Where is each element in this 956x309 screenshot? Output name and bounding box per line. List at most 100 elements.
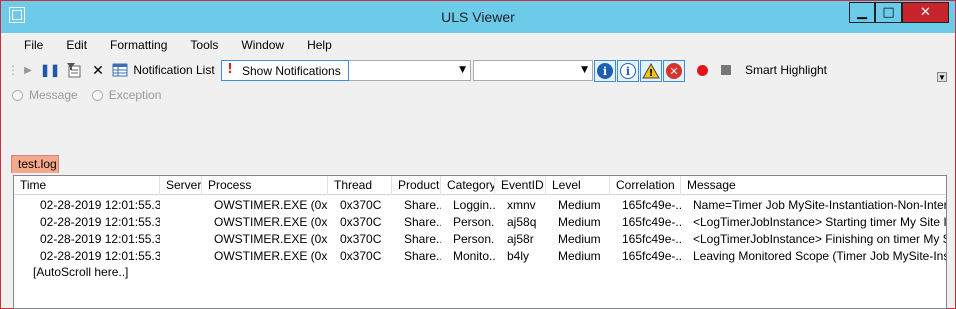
info-outline-button[interactable]: i [617,60,639,82]
svg-text:!: ! [649,68,654,79]
notification-list-icon [111,60,129,80]
column-header-category[interactable]: Category [441,176,495,195]
exception-radio-label: Exception [108,88,162,102]
column-header-eventid[interactable]: EventID [495,176,546,195]
chevron-down-icon: ▼ [459,65,466,75]
record-icon[interactable] [695,60,709,80]
cell-time: 02-28-2019 12:01:55.36 [40,215,160,229]
menu-tools[interactable]: Tools [175,36,226,54]
table-row[interactable]: 02-28-2019 12:01:55.36 OWSTIMER.EXE (0x..… [14,231,946,248]
window-title: ULS Viewer [441,9,515,25]
cell-process: OWSTIMER.EXE (0x... [214,232,328,246]
cell-time: 02-28-2019 12:01:55.36 [40,232,160,246]
table-row[interactable]: 02-28-2019 12:01:55.36 OWSTIMER.EXE (0x..… [14,248,946,265]
tab-test-log[interactable]: test.log [11,155,59,173]
cell-category: Monito... [453,249,495,263]
cell-eventid: aj58r [507,232,534,246]
menu-edit[interactable]: Edit [51,36,95,54]
menu-bar: File Edit Formatting Tools Window Help [9,36,340,54]
info-icon: i [597,63,613,79]
cell-server [160,214,202,231]
toolbar-overflow-icon[interactable]: ▼ [937,72,947,82]
play-icon[interactable]: ▶ [21,60,35,80]
cell-server [160,231,202,248]
cell-level: Medium [558,249,601,263]
menu-file[interactable]: File [9,36,51,54]
log-grid: Time Server Process Thread Product Categ… [13,175,947,309]
pause-icon[interactable]: ❚❚ [40,60,60,80]
error-button[interactable]: ✕ [663,60,685,82]
cell-correlation: 165fc49e-... [622,198,681,212]
column-header-product[interactable]: Product [392,176,441,195]
table-row[interactable]: 02-28-2019 12:01:55.36 OWSTIMER.EXE (0x..… [14,214,946,231]
error-icon: ✕ [666,63,682,79]
menu-help[interactable]: Help [292,36,340,54]
table-row[interactable]: 02-28-2019 12:01:55.36 OWSTIMER.EXE (0x..… [14,197,946,214]
cell-server [160,248,202,265]
cell-correlation: 165fc49e-... [622,232,681,246]
cell-server [160,197,202,214]
cell-product: Share... [404,232,441,246]
warning-button[interactable]: ! [640,60,662,82]
cell-time: 02-28-2019 12:01:55.36 [40,249,160,263]
column-header-time[interactable]: Time [14,176,160,195]
menu-formatting[interactable]: Formatting [95,36,175,54]
cell-message: <LogTimerJobInstance> Starting timer My … [693,215,947,229]
cell-level: Medium [558,215,601,229]
filter-dropdown-2[interactable]: ▼ [473,60,593,81]
cell-thread: 0x370C [340,198,382,212]
toolbar-grip[interactable]: ⋮ [7,60,19,80]
notification-list-button[interactable]: Notification List [131,60,217,80]
close-button[interactable]: ✕ [902,2,949,23]
column-header-thread[interactable]: Thread [328,176,392,195]
cell-level: Medium [558,198,601,212]
filter-dropdown-1[interactable]: ▼ [349,60,471,81]
cell-correlation: 165fc49e-... [622,215,681,229]
column-header-correlation[interactable]: Correlation [610,176,681,195]
cell-thread: 0x370C [340,215,382,229]
column-header-server[interactable]: Server [160,176,202,195]
filter-radio-row: Message Exception [12,88,161,102]
close-x-icon[interactable]: ✕ [91,60,105,80]
info-outline-icon: i [620,63,636,79]
warning-icon: ! [642,63,660,79]
cell-correlation: 165fc49e-... [622,249,681,263]
cell-message: <LogTimerJobInstance> Finishing on timer… [693,232,946,246]
menu-window[interactable]: Window [226,36,292,54]
column-header-process[interactable]: Process [202,176,328,195]
cell-product: Share... [404,198,441,212]
info-filled-button[interactable]: i [594,60,616,82]
message-radio[interactable] [12,89,23,101]
autoscroll-marker[interactable]: [AutoScroll here..] [33,265,128,279]
stop-icon[interactable] [719,60,733,80]
cell-category: Person... [453,232,495,246]
smart-highlight-button[interactable]: Smart Highlight [741,60,831,80]
clear-filter-icon[interactable] [65,60,83,80]
maximize-button[interactable]: □ [875,2,902,23]
cell-time: 02-28-2019 12:01:55.36 [40,198,160,212]
cell-eventid: xmnv [507,198,536,212]
cell-eventid: b4ly [507,249,530,263]
cell-process: OWSTIMER.EXE (0x... [214,198,328,212]
exception-radio[interactable] [91,89,103,101]
grid-header: Time Server Process Thread Product Categ… [14,176,946,195]
cell-process: OWSTIMER.EXE (0x... [214,215,328,229]
cell-thread: 0x370C [340,249,382,263]
cell-product: Share... [404,215,441,229]
cell-process: OWSTIMER.EXE (0x... [214,249,328,263]
minimize-button[interactable]: ▁ [849,2,875,23]
column-header-message[interactable]: Message [681,176,946,195]
cell-level: Medium [558,232,601,246]
cell-category: Person... [453,215,495,229]
cell-category: Loggin... [453,198,495,212]
chevron-down-icon: ▼ [581,65,588,75]
cell-product: Share... [404,249,441,263]
show-notifications-button[interactable]: ! Show Notifications [221,60,349,81]
uls-viewer-window: ULS Viewer ▁ □ ✕ File Edit Formatting To… [0,0,956,309]
column-header-level[interactable]: Level [546,176,610,195]
cell-eventid: aj58q [507,215,537,229]
title-bar[interactable]: ULS Viewer ▁ □ ✕ [1,1,955,33]
exclamation-icon: ! [227,62,233,77]
show-notifications-label: Show Notifications [242,64,341,78]
message-radio-label: Message [29,88,78,102]
